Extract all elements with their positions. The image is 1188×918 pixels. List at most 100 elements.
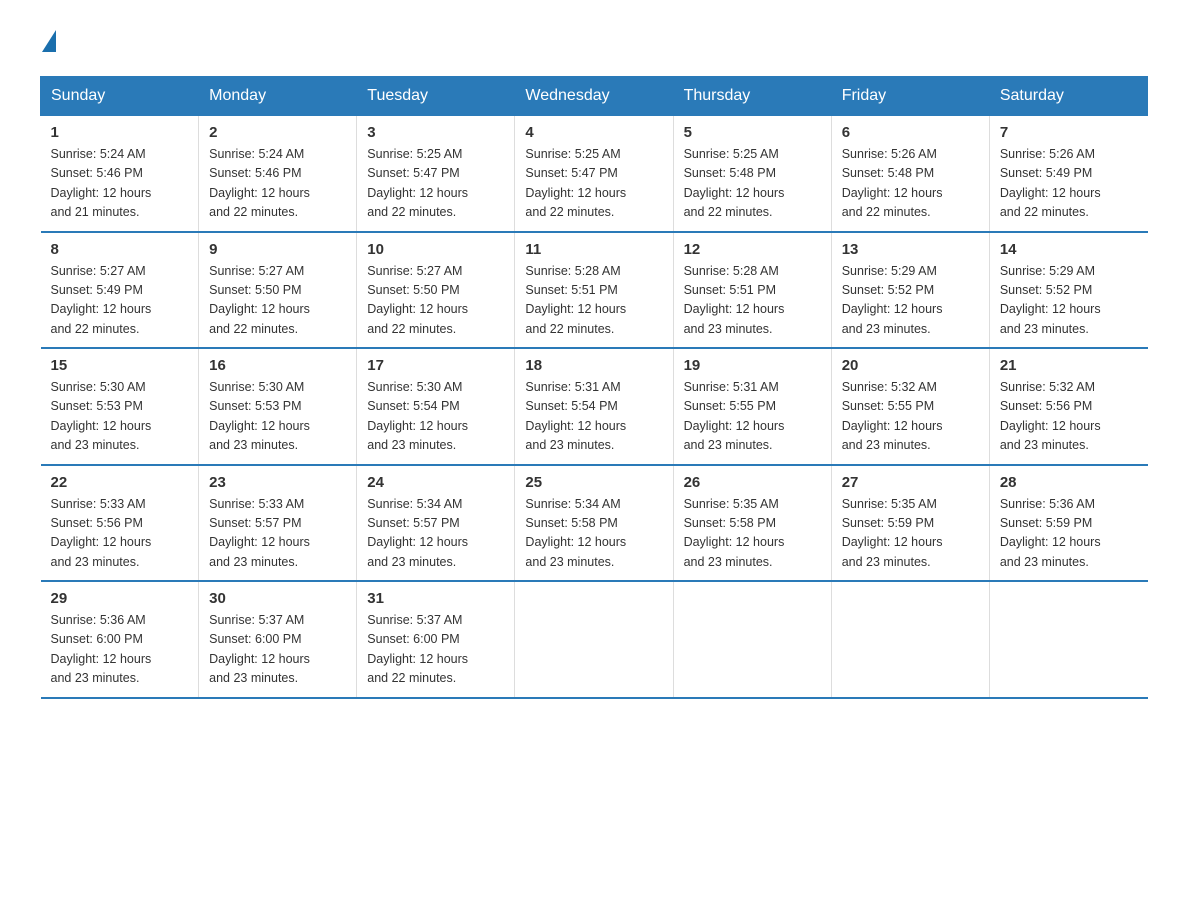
day-info: Sunrise: 5:35 AMSunset: 5:59 PMDaylight:…: [842, 495, 979, 573]
calendar-cell: 2 Sunrise: 5:24 AMSunset: 5:46 PMDaylight…: [199, 116, 357, 232]
calendar-header-row: SundayMondayTuesdayWednesdayThursdayFrid…: [41, 77, 1148, 116]
day-number: 11: [525, 241, 662, 258]
day-info: Sunrise: 5:25 AMSunset: 5:48 PMDaylight:…: [684, 145, 821, 223]
header-sunday: Sunday: [41, 77, 199, 116]
day-info: Sunrise: 5:27 AMSunset: 5:49 PMDaylight:…: [51, 262, 189, 340]
calendar-cell: [831, 581, 989, 698]
calendar-cell: 21 Sunrise: 5:32 AMSunset: 5:56 PMDayligh…: [989, 348, 1147, 465]
day-info: Sunrise: 5:28 AMSunset: 5:51 PMDaylight:…: [525, 262, 662, 340]
day-info: Sunrise: 5:25 AMSunset: 5:47 PMDaylight:…: [525, 145, 662, 223]
day-info: Sunrise: 5:32 AMSunset: 5:55 PMDaylight:…: [842, 378, 979, 456]
day-number: 24: [367, 474, 504, 491]
day-number: 18: [525, 357, 662, 374]
calendar-cell: 18 Sunrise: 5:31 AMSunset: 5:54 PMDayligh…: [515, 348, 673, 465]
calendar-cell: 12Sunrise: 5:28 AMSunset: 5:51 PMDayligh…: [673, 232, 831, 349]
calendar-week-row: 8 Sunrise: 5:27 AMSunset: 5:49 PMDaylight…: [41, 232, 1148, 349]
calendar-cell: 14 Sunrise: 5:29 AMSunset: 5:52 PMDayligh…: [989, 232, 1147, 349]
day-info: Sunrise: 5:30 AMSunset: 5:53 PMDaylight:…: [209, 378, 346, 456]
calendar-cell: 30Sunrise: 5:37 AMSunset: 6:00 PMDayligh…: [199, 581, 357, 698]
day-info: Sunrise: 5:34 AMSunset: 5:58 PMDaylight:…: [525, 495, 662, 573]
calendar-cell: 13 Sunrise: 5:29 AMSunset: 5:52 PMDayligh…: [831, 232, 989, 349]
day-info: Sunrise: 5:30 AMSunset: 5:54 PMDaylight:…: [367, 378, 504, 456]
day-info: Sunrise: 5:32 AMSunset: 5:56 PMDaylight:…: [1000, 378, 1138, 456]
logo-triangle-icon: [42, 30, 56, 52]
day-number: 2: [209, 124, 346, 141]
calendar-cell: 15 Sunrise: 5:30 AMSunset: 5:53 PMDayligh…: [41, 348, 199, 465]
day-info: Sunrise: 5:29 AMSunset: 5:52 PMDaylight:…: [1000, 262, 1138, 340]
day-info: Sunrise: 5:34 AMSunset: 5:57 PMDaylight:…: [367, 495, 504, 573]
day-number: 23: [209, 474, 346, 491]
calendar-week-row: 1 Sunrise: 5:24 AMSunset: 5:46 PMDaylight…: [41, 116, 1148, 232]
day-number: 1: [51, 124, 189, 141]
day-info: Sunrise: 5:25 AMSunset: 5:47 PMDaylight:…: [367, 145, 504, 223]
day-info: Sunrise: 5:36 AMSunset: 6:00 PMDaylight:…: [51, 611, 189, 689]
calendar-cell: 27 Sunrise: 5:35 AMSunset: 5:59 PMDayligh…: [831, 465, 989, 582]
day-number: 16: [209, 357, 346, 374]
calendar-cell: 7Sunrise: 5:26 AMSunset: 5:49 PMDaylight…: [989, 116, 1147, 232]
calendar-cell: 4Sunrise: 5:25 AMSunset: 5:47 PMDaylight…: [515, 116, 673, 232]
day-number: 14: [1000, 241, 1138, 258]
calendar-cell: 6Sunrise: 5:26 AMSunset: 5:48 PMDaylight…: [831, 116, 989, 232]
day-number: 19: [684, 357, 821, 374]
day-number: 3: [367, 124, 504, 141]
calendar-week-row: 29 Sunrise: 5:36 AMSunset: 6:00 PMDayligh…: [41, 581, 1148, 698]
day-info: Sunrise: 5:36 AMSunset: 5:59 PMDaylight:…: [1000, 495, 1138, 573]
calendar-cell: 3 Sunrise: 5:25 AMSunset: 5:47 PMDaylight…: [357, 116, 515, 232]
day-number: 31: [367, 590, 504, 607]
calendar-week-row: 22Sunrise: 5:33 AMSunset: 5:56 PMDayligh…: [41, 465, 1148, 582]
day-number: 27: [842, 474, 979, 491]
day-number: 8: [51, 241, 189, 258]
calendar-cell: 23 Sunrise: 5:33 AMSunset: 5:57 PMDayligh…: [199, 465, 357, 582]
calendar-cell: 31 Sunrise: 5:37 AMSunset: 6:00 PMDayligh…: [357, 581, 515, 698]
day-number: 15: [51, 357, 189, 374]
logo: [40, 30, 56, 56]
calendar-cell: 16 Sunrise: 5:30 AMSunset: 5:53 PMDayligh…: [199, 348, 357, 465]
calendar-cell: 17 Sunrise: 5:30 AMSunset: 5:54 PMDayligh…: [357, 348, 515, 465]
day-info: Sunrise: 5:28 AMSunset: 5:51 PMDaylight:…: [684, 262, 821, 340]
calendar-table: SundayMondayTuesdayWednesdayThursdayFrid…: [40, 76, 1148, 699]
calendar-cell: 10 Sunrise: 5:27 AMSunset: 5:50 PMDayligh…: [357, 232, 515, 349]
day-number: 28: [1000, 474, 1138, 491]
day-info: Sunrise: 5:29 AMSunset: 5:52 PMDaylight:…: [842, 262, 979, 340]
day-info: Sunrise: 5:31 AMSunset: 5:54 PMDaylight:…: [525, 378, 662, 456]
calendar-cell: 24 Sunrise: 5:34 AMSunset: 5:57 PMDayligh…: [357, 465, 515, 582]
calendar-cell: 20 Sunrise: 5:32 AMSunset: 5:55 PMDayligh…: [831, 348, 989, 465]
day-number: 7: [1000, 124, 1138, 141]
day-info: Sunrise: 5:30 AMSunset: 5:53 PMDaylight:…: [51, 378, 189, 456]
day-info: Sunrise: 5:37 AMSunset: 6:00 PMDaylight:…: [367, 611, 504, 689]
day-info: Sunrise: 5:27 AMSunset: 5:50 PMDaylight:…: [367, 262, 504, 340]
day-number: 10: [367, 241, 504, 258]
calendar-cell: 9Sunrise: 5:27 AMSunset: 5:50 PMDaylight…: [199, 232, 357, 349]
header-saturday: Saturday: [989, 77, 1147, 116]
day-number: 13: [842, 241, 979, 258]
calendar-cell: [989, 581, 1147, 698]
day-info: Sunrise: 5:33 AMSunset: 5:56 PMDaylight:…: [51, 495, 189, 573]
day-number: 25: [525, 474, 662, 491]
day-info: Sunrise: 5:24 AMSunset: 5:46 PMDaylight:…: [51, 145, 189, 223]
calendar-cell: [673, 581, 831, 698]
page-header: [40, 30, 1148, 56]
calendar-cell: 11 Sunrise: 5:28 AMSunset: 5:51 PMDayligh…: [515, 232, 673, 349]
day-number: 29: [51, 590, 189, 607]
day-number: 26: [684, 474, 821, 491]
day-info: Sunrise: 5:24 AMSunset: 5:46 PMDaylight:…: [209, 145, 346, 223]
day-info: Sunrise: 5:31 AMSunset: 5:55 PMDaylight:…: [684, 378, 821, 456]
calendar-cell: 5 Sunrise: 5:25 AMSunset: 5:48 PMDaylight…: [673, 116, 831, 232]
calendar-cell: 1 Sunrise: 5:24 AMSunset: 5:46 PMDaylight…: [41, 116, 199, 232]
day-info: Sunrise: 5:26 AMSunset: 5:48 PMDaylight:…: [842, 145, 979, 223]
day-number: 9: [209, 241, 346, 258]
calendar-cell: 29 Sunrise: 5:36 AMSunset: 6:00 PMDayligh…: [41, 581, 199, 698]
calendar-cell: 22Sunrise: 5:33 AMSunset: 5:56 PMDayligh…: [41, 465, 199, 582]
calendar-cell: 8 Sunrise: 5:27 AMSunset: 5:49 PMDaylight…: [41, 232, 199, 349]
calendar-cell: 25 Sunrise: 5:34 AMSunset: 5:58 PMDayligh…: [515, 465, 673, 582]
header-thursday: Thursday: [673, 77, 831, 116]
day-info: Sunrise: 5:33 AMSunset: 5:57 PMDaylight:…: [209, 495, 346, 573]
day-number: 17: [367, 357, 504, 374]
calendar-cell: 28 Sunrise: 5:36 AMSunset: 5:59 PMDayligh…: [989, 465, 1147, 582]
day-number: 5: [684, 124, 821, 141]
header-wednesday: Wednesday: [515, 77, 673, 116]
day-info: Sunrise: 5:37 AMSunset: 6:00 PMDaylight:…: [209, 611, 346, 689]
day-number: 21: [1000, 357, 1138, 374]
day-info: Sunrise: 5:35 AMSunset: 5:58 PMDaylight:…: [684, 495, 821, 573]
day-number: 20: [842, 357, 979, 374]
